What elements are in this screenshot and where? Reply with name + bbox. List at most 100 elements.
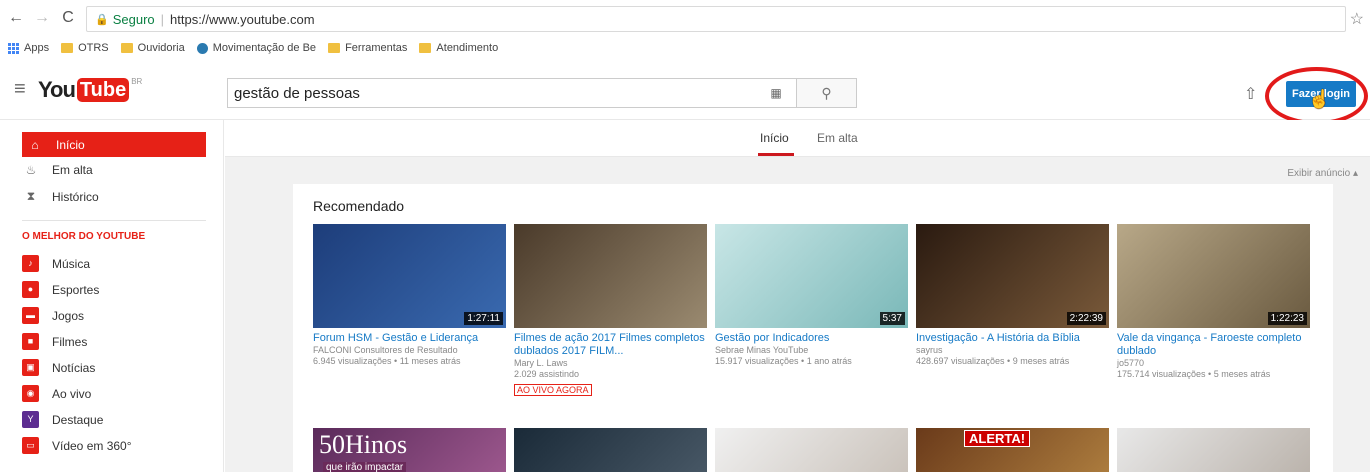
bookmark-star-icon[interactable]: ☆: [1350, 9, 1364, 29]
bookmark-ouvidoria[interactable]: Ouvidoria: [120, 42, 185, 54]
video-card[interactable]: 50Hinos que irão impactar: [313, 428, 506, 472]
sidebar-item-label: Ao vivo: [52, 386, 92, 401]
logo-you: You: [38, 77, 76, 102]
video-thumbnail[interactable]: ALERTA!: [916, 428, 1109, 472]
recommended-section: Recomendado 1:27:11 Forum HSM - Gestão e…: [293, 184, 1333, 472]
sidebar-item-esportes[interactable]: ● Esportes: [22, 277, 202, 302]
sidebar-item-label: Filmes: [52, 334, 88, 349]
browser-chrome: ← → C 🔒 Seguro | https://www.youtube.com…: [0, 0, 1370, 62]
video-channel[interactable]: jo5770: [1117, 358, 1310, 369]
video-thumbnail[interactable]: 1:22:23: [1117, 224, 1310, 328]
video-duration: 1:22:23: [1267, 312, 1307, 325]
bookmark-otrs[interactable]: OTRS: [61, 42, 109, 54]
thumbnail-caption: 50Hinos: [319, 430, 408, 459]
video-meta: 2.029 assistindo: [514, 369, 580, 379]
sidebar-item-label: Histórico: [52, 189, 99, 204]
sidebar-item-video-360[interactable]: ▭ Vídeo em 360°: [22, 433, 202, 458]
sidebar-item-label: Vídeo em 360°: [52, 438, 132, 453]
video-channel[interactable]: Sebrae Minas YouTube: [715, 345, 908, 356]
video-card[interactable]: 5:37 Gestão por Indicadores Sebrae Minas…: [715, 224, 908, 367]
video-channel[interactable]: Mary L. Laws: [514, 358, 707, 369]
video-thumbnail[interactable]: 1:27:11: [313, 224, 506, 328]
menu-icon[interactable]: ≡: [14, 78, 26, 101]
video-title[interactable]: Investigação - A História da Bíblia: [916, 332, 1109, 345]
thumbnail-caption: ALERTA!: [964, 430, 1031, 447]
search-button[interactable]: ⚲: [797, 78, 857, 108]
keyboard-icon[interactable]: ▦: [756, 86, 796, 100]
bookmark-ferramentas[interactable]: Ferramentas: [328, 42, 407, 54]
folder-icon: [328, 43, 341, 53]
video-thumbnail[interactable]: [514, 428, 707, 472]
url-text[interactable]: https://www.youtube.com: [170, 12, 315, 27]
video-meta: 175.714 visualizações • 5 meses atrás: [1117, 369, 1271, 379]
bookmark-movimentacao[interactable]: Movimentação de Be: [196, 42, 316, 54]
sidebar-item-noticias[interactable]: ▣ Notícias: [22, 355, 202, 380]
folder-icon: [419, 43, 432, 53]
sidebar-item-em-alta[interactable]: ♨ Em alta: [22, 157, 202, 182]
hourglass-icon: ⧗: [26, 189, 36, 203]
bookmark-label: Ferramentas: [345, 42, 408, 54]
video-card[interactable]: [1117, 428, 1310, 472]
bookmark-label: Atendimento: [436, 42, 499, 54]
video-thumbnail[interactable]: [715, 428, 908, 472]
folder-icon: [120, 43, 133, 53]
sidebar-item-label: Destaque: [52, 412, 104, 427]
video-thumbnail[interactable]: [514, 224, 707, 328]
video-meta: 6.945 visualizações • 11 meses atrás: [313, 356, 461, 366]
youtube-logo[interactable]: You Tube BR: [38, 77, 142, 103]
video-meta: 428.697 visualizações • 9 meses atrás: [916, 356, 1070, 366]
sidebar-item-musica[interactable]: ♪ Música: [22, 251, 202, 276]
sidebar-item-inicio[interactable]: ⌂ Início: [22, 132, 206, 157]
sidebar-item-historico[interactable]: ⧗ Histórico: [22, 184, 202, 209]
video-thumbnail[interactable]: [1117, 428, 1310, 472]
sidebar-item-filmes[interactable]: ■ Filmes: [22, 329, 202, 354]
video-card[interactable]: 1:22:23 Vale da vingança - Faroeste comp…: [1117, 224, 1310, 380]
sidebar-item-label: Início: [56, 137, 85, 152]
search-input[interactable]: [234, 84, 756, 102]
video-meta: 15.917 visualizações • 1 ano atrás: [715, 356, 852, 366]
reload-icon[interactable]: C: [60, 9, 76, 27]
video-duration: 2:22:39: [1066, 312, 1106, 325]
sidebar-item-label: Em alta: [52, 162, 93, 177]
address-bar[interactable]: 🔒 Seguro | https://www.youtube.com: [86, 6, 1346, 32]
sidebar-item-label: Esportes: [52, 282, 100, 297]
video-thumbnail[interactable]: 2:22:39: [916, 224, 1109, 328]
tabs-bar: Início Em alta: [225, 120, 1370, 157]
video-card[interactable]: 2:22:39 Investigação - A História da Bíb…: [916, 224, 1109, 367]
video-card[interactable]: [715, 428, 908, 472]
sidebar-item-ao-vivo[interactable]: ◉ Ao vivo: [22, 381, 202, 406]
logo-tube: Tube: [76, 78, 130, 102]
video-title[interactable]: Vale da vingança - Faroeste completo dub…: [1117, 332, 1310, 358]
video-card[interactable]: Filmes de ação 2017 Filmes completos dub…: [514, 224, 707, 398]
upload-icon[interactable]: ⇧: [1244, 84, 1257, 104]
tab-em-alta[interactable]: Em alta: [817, 131, 858, 145]
forward-icon[interactable]: →: [34, 9, 50, 27]
video-title[interactable]: Forum HSM - Gestão e Liderança: [313, 332, 506, 345]
gamepad-icon: ▬: [22, 307, 39, 324]
video-channel[interactable]: sayrus: [916, 345, 1109, 356]
back-icon[interactable]: ←: [8, 9, 24, 27]
video-thumbnail[interactable]: 5:37: [715, 224, 908, 328]
bookmark-atendimento[interactable]: Atendimento: [419, 42, 498, 54]
hand-cursor-icon: ☝: [1308, 89, 1331, 109]
show-ad-toggle[interactable]: Exibir anúncio ▴: [1287, 168, 1358, 179]
search-icon: ⚲: [821, 84, 832, 101]
video-thumbnail[interactable]: 50Hinos que irão impactar: [313, 428, 506, 472]
bookmark-apps[interactable]: Apps: [8, 42, 49, 54]
flame-icon: ♨: [25, 162, 37, 177]
video-card[interactable]: [514, 428, 707, 472]
video-title[interactable]: Gestão por Indicadores: [715, 332, 908, 345]
secure-label: Seguro: [112, 11, 155, 27]
video-title[interactable]: Filmes de ação 2017 Filmes completos dub…: [514, 332, 707, 358]
tab-inicio[interactable]: Início: [760, 131, 789, 145]
folder-icon: [61, 43, 74, 53]
search-box: ▦: [227, 78, 797, 108]
sidebar-item-jogos[interactable]: ▬ Jogos: [22, 303, 202, 328]
video-360-icon: ▭: [22, 437, 39, 454]
video-card[interactable]: ALERTA!: [916, 428, 1109, 472]
video-channel[interactable]: FALCONI Consultores de Resultado: [313, 345, 506, 356]
sidebar-divider: [22, 220, 206, 221]
sidebar: ⌂ Início ♨ Em alta ⧗ Histórico O MELHOR …: [0, 120, 224, 472]
sidebar-item-destaque[interactable]: Y Destaque: [22, 407, 202, 432]
video-card[interactable]: 1:27:11 Forum HSM - Gestão e Liderança F…: [313, 224, 506, 367]
